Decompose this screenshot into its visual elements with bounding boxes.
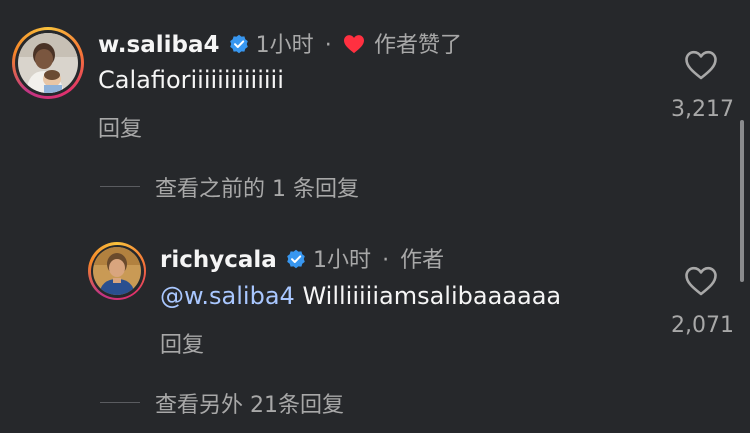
- username[interactable]: richycala: [160, 247, 277, 273]
- thread-line: [100, 186, 140, 187]
- mention-link[interactable]: @w.saliba4: [160, 282, 295, 310]
- verified-badge-icon: [229, 34, 249, 58]
- avatar-w-saliba4[interactable]: [12, 27, 84, 99]
- scrollbar[interactable]: [740, 120, 744, 282]
- heart-outline-icon[interactable]: [684, 266, 718, 300]
- red-heart-icon: [343, 34, 365, 58]
- verified-badge-icon: [286, 249, 306, 273]
- reply-button[interactable]: 回复: [160, 327, 204, 359]
- separator-dot: ·: [382, 248, 390, 273]
- comment-text: Calafioriiiiiiiiiiiiii: [98, 66, 284, 94]
- view-previous-replies-button[interactable]: 查看之前的 1 条回复: [155, 171, 359, 203]
- comment-header: w.saliba4 1小时 · 作者赞了: [98, 27, 462, 58]
- reply-body: Williiiiiamsalibaaaaaa: [302, 282, 562, 310]
- heart-outline-icon[interactable]: [684, 50, 718, 84]
- view-more-replies-button[interactable]: 查看另外 21条回复: [155, 387, 344, 419]
- reply-header: richycala 1小时 · 作者: [160, 242, 445, 273]
- author-tag: 作者: [400, 248, 445, 273]
- reply-text: @w.saliba4 Williiiiiamsalibaaaaaa: [160, 282, 561, 310]
- separator-dot: ·: [324, 33, 332, 58]
- reply-time: 1小时: [312, 248, 371, 273]
- username[interactable]: w.saliba4: [98, 32, 219, 58]
- like-count: 3,217: [671, 97, 734, 122]
- like-count: 2,071: [671, 313, 734, 338]
- comment-time: 1小时: [255, 33, 314, 58]
- reply-button[interactable]: 回复: [98, 111, 142, 143]
- thread-line: [100, 402, 140, 403]
- author-liked-label: 作者赞了: [373, 33, 462, 58]
- avatar-richycala[interactable]: [88, 242, 146, 300]
